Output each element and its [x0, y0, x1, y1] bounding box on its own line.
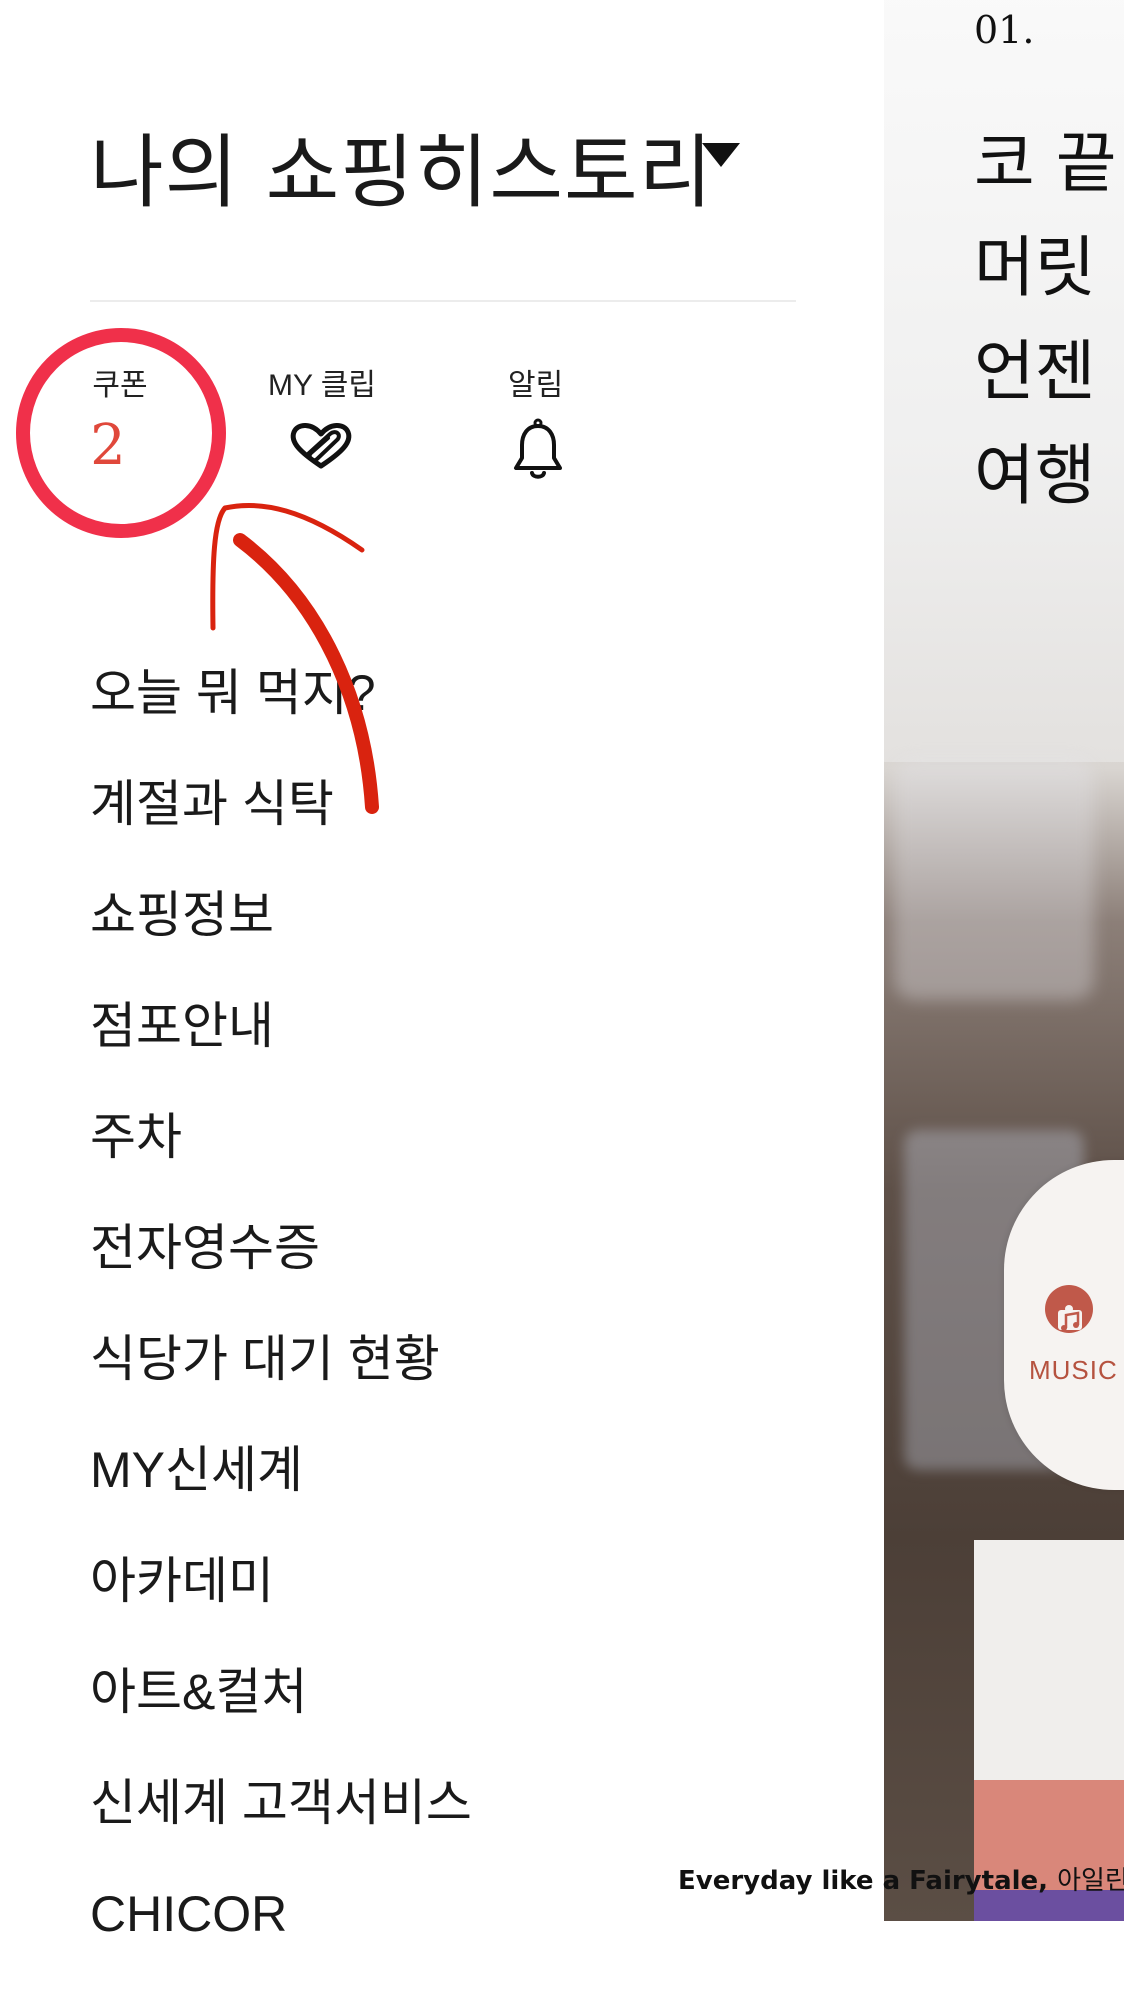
side-drawer: 나의 쇼핑히스토리 쿠폰 2 MY 클립 알림 오늘 뭐 먹지? 계절과 식탁 … [0, 0, 884, 1942]
my-clip-label: MY 클립 [268, 369, 376, 402]
alarm-label: 알림 [508, 369, 564, 402]
menu-item-shopping-info[interactable]: 쇼핑정보 [90, 880, 472, 991]
hero-headline-line: 머릿 [974, 229, 1096, 306]
hero-headline-line: 코 끝 [974, 125, 1117, 202]
menu-item-art-culture[interactable]: 아트&컬처 [90, 1657, 472, 1768]
blurred-photo [894, 760, 1094, 1000]
watermark-text: Everyday like a Fairytale, [678, 1866, 1049, 1896]
drawer-title[interactable]: 나의 쇼핑히스토리 [90, 108, 713, 224]
menu-item-today-food[interactable]: 오늘 뭐 먹지? [90, 658, 472, 769]
watermark-author: 아일린 [1057, 1866, 1124, 1896]
hero-headline-line: 언젠 [974, 333, 1096, 410]
hero-headline: 코 끝 머릿 언젠 여행 [974, 112, 1116, 528]
heart-clip-icon[interactable] [286, 420, 356, 470]
content-panel [974, 1540, 1124, 1780]
menu-item-my-shinsegae[interactable]: MY신세계 [90, 1435, 472, 1546]
music-icon[interactable] [1044, 1284, 1094, 1334]
menu-item-store-guide[interactable]: 점포안내 [90, 991, 472, 1102]
menu-item-restaurant-wait[interactable]: 식당가 대기 현황 [90, 1324, 472, 1435]
menu-item-academy[interactable]: 아카데미 [90, 1546, 472, 1657]
coupon-count[interactable]: 2 [90, 413, 126, 478]
menu-item-customer-service[interactable]: 신세계 고객서비스 [90, 1768, 472, 1879]
drawer-menu: 오늘 뭐 먹지? 계절과 식탁 쇼핑정보 점포안내 주차 전자영수증 식당가 대… [90, 658, 472, 1990]
alarm-link[interactable]: 알림 [508, 360, 563, 404]
menu-item-parking[interactable]: 주차 [90, 1102, 472, 1213]
watermark: Everyday like a Fairytale, 아일린 [678, 1860, 1124, 1897]
coupon-label: 쿠폰 [92, 369, 148, 402]
bell-icon[interactable] [512, 418, 564, 480]
background-app: 01. 코 끝 머릿 언젠 여행 MUSIC [884, 0, 1124, 1921]
caret-down-icon[interactable] [702, 143, 740, 167]
menu-item-chicor[interactable]: CHICOR [90, 1879, 472, 1990]
divider [90, 300, 796, 302]
coupon-link[interactable]: 쿠폰 [90, 360, 150, 404]
my-clip-link[interactable]: MY 클립 [268, 360, 376, 404]
menu-item-e-receipt[interactable]: 전자영수증 [90, 1213, 472, 1324]
hero-index: 01. [974, 8, 1035, 52]
hero-headline-line: 여행 [974, 437, 1096, 514]
music-label: MUSIC [1029, 1355, 1118, 1385]
menu-item-season-table[interactable]: 계절과 식탁 [90, 769, 472, 880]
